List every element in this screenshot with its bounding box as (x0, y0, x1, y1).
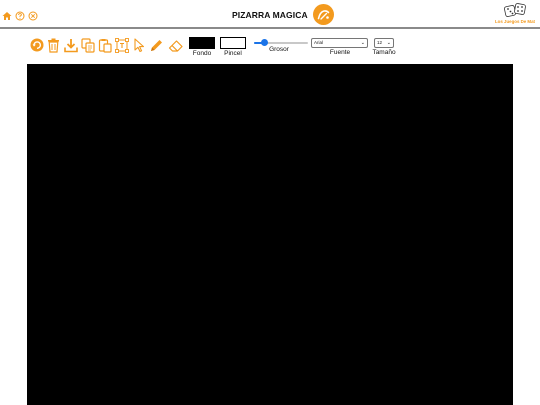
background-color-swatch[interactable] (189, 37, 215, 49)
thickness-label: Grosor (269, 46, 289, 53)
text-frame-icon[interactable] (115, 38, 129, 54)
size-label: Tamaño (372, 49, 396, 56)
header-bar: PIZARRA MAGICA Los Juegos De Mat (0, 0, 540, 29)
header-left-icons (2, 8, 38, 21)
chevron-down-icon: ⌄ (386, 40, 391, 46)
eraser-icon[interactable] (168, 38, 183, 54)
pizarra-logo-icon (312, 4, 334, 25)
undo-icon[interactable] (30, 38, 44, 54)
brand-logo[interactable]: Los Juegos De Mat (493, 2, 537, 27)
font-label: Fuente (329, 49, 351, 56)
font-select-value: Arial (314, 40, 324, 45)
slider-thumb[interactable] (261, 39, 268, 46)
background-label: Fondo (192, 50, 212, 57)
chevron-down-icon: ⌄ (360, 40, 365, 46)
app-window: PIZARRA MAGICA Los Juegos De Mat Fondo P… (0, 0, 540, 405)
pointer-icon[interactable] (133, 38, 147, 54)
font-select[interactable]: Arial ⌄ (311, 38, 368, 48)
help-circle-icon[interactable] (15, 8, 25, 21)
brush-label: Pincel (224, 50, 242, 57)
drawing-canvas[interactable] (27, 64, 513, 405)
download-icon[interactable] (64, 38, 78, 54)
home-icon[interactable] (2, 8, 12, 20)
title-area: PIZARRA MAGICA (232, 4, 334, 25)
page-title: PIZARRA MAGICA (232, 9, 308, 20)
pencil-icon[interactable] (149, 38, 163, 54)
copy-icon[interactable] (81, 38, 95, 54)
brush-color-swatch[interactable] (220, 37, 246, 49)
dice-icon (504, 3, 526, 17)
trash-icon[interactable] (47, 38, 61, 54)
size-select[interactable]: 12 ⌄ (374, 38, 394, 48)
paste-icon[interactable] (98, 38, 112, 54)
size-select-value: 12 (377, 40, 383, 45)
brand-text: Los Juegos De Mat (494, 19, 535, 24)
close-circle-icon[interactable] (28, 8, 38, 21)
